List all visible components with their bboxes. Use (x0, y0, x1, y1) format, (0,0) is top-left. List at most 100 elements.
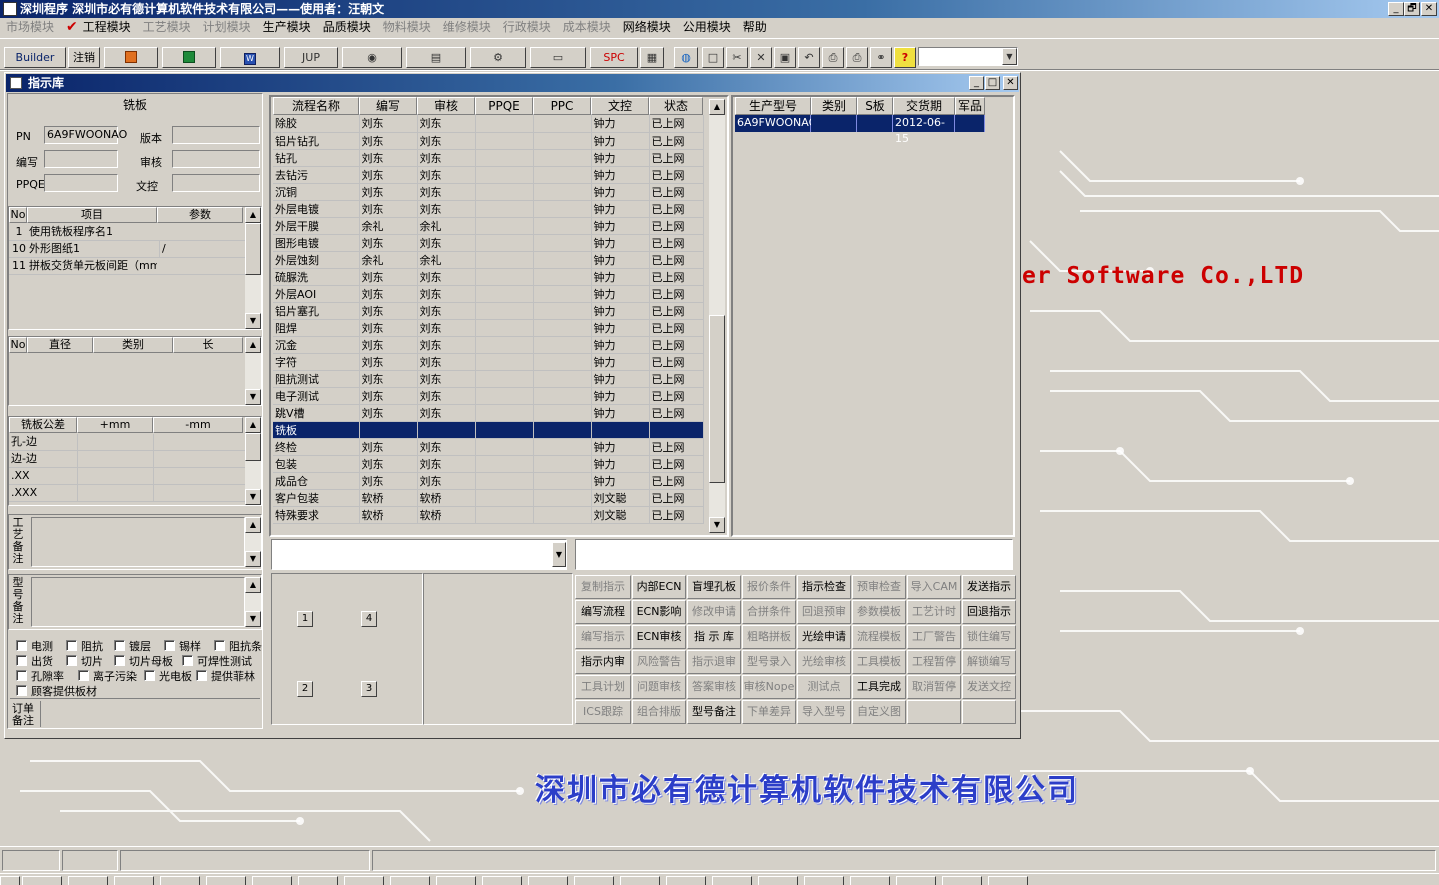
command-button-2-5[interactable]: 流程模板 (852, 625, 906, 649)
model-cell[interactable]: 2012-06-15 (893, 115, 955, 145)
taskbar-item[interactable] (344, 876, 384, 885)
checkbox-2-0[interactable]: 孔隙率 (16, 668, 64, 684)
checkbox-0-1[interactable]: 阻抗 (66, 638, 103, 654)
command-button-1-6[interactable]: 工艺计时 (907, 600, 961, 624)
panel-4-button[interactable]: 4 (361, 611, 377, 627)
process-row[interactable]: 去钻污 刘东 刘东 钟力 已上网 (273, 166, 704, 184)
process-scrollbar[interactable]: ▲ ▼ (709, 99, 725, 533)
drill-header-type[interactable]: 类别 (93, 337, 173, 353)
checkbox-box[interactable] (196, 670, 207, 681)
tol-header-name[interactable]: 铣板公差 (9, 417, 77, 433)
drill-grid[interactable]: No 直径 类别 长 ▲ ▼ (8, 336, 262, 406)
process-row[interactable]: 硫脲洗 刘东 刘东 钟力 已上网 (273, 268, 704, 286)
command-button-3-1[interactable]: 风险警告 (632, 650, 686, 674)
command-button-5-4[interactable]: 导入型号 (797, 700, 851, 724)
taskbar-item[interactable] (574, 876, 614, 885)
close-button[interactable]: ✕ (1421, 2, 1437, 16)
tol-header-plus[interactable]: +mm (77, 417, 153, 433)
tolerance-row[interactable]: 边-边 (9, 451, 245, 468)
tolerance-plus[interactable] (77, 451, 153, 468)
process-row[interactable]: 铝片塞孔 刘东 刘东 钟力 已上网 (273, 302, 704, 320)
reviewer-field[interactable] (172, 150, 260, 168)
process-row[interactable]: 外层AOI 刘东 刘东 钟力 已上网 (273, 285, 704, 303)
tolerance-minus[interactable] (153, 468, 245, 485)
command-button-0-4[interactable]: 指示检查 (797, 575, 851, 599)
scroll-up-icon[interactable]: ▲ (709, 99, 725, 115)
model-cell[interactable] (857, 115, 893, 132)
view-button[interactable]: ◉ (342, 47, 402, 68)
param-scrollbar[interactable]: ▲ ▼ (245, 207, 261, 329)
taskbar-item[interactable] (206, 876, 246, 885)
order-note-input[interactable] (40, 701, 258, 727)
process-header-0[interactable]: 流程名称 (273, 97, 359, 115)
editor-field[interactable] (44, 150, 118, 168)
command-button-1-5[interactable]: 参数模板 (852, 600, 906, 624)
process-combo[interactable] (271, 539, 567, 570)
command-button-0-2[interactable]: 盲埋孔板 (687, 575, 741, 599)
param-row[interactable]: 10 外形图纸1 / (9, 241, 245, 258)
scroll-down-icon[interactable]: ▼ (245, 389, 261, 405)
panel-1-button[interactable]: 1 (297, 611, 313, 627)
command-button-3-3[interactable]: 型号录入 (742, 650, 796, 674)
menu-5[interactable]: 品质模块 (317, 18, 377, 38)
process-row[interactable]: 字符 刘东 刘东 钟力 已上网 (273, 353, 704, 371)
child-app-icon[interactable] (10, 77, 22, 89)
taskbar-item[interactable] (160, 876, 200, 885)
process-header-5[interactable]: 文控 (591, 97, 649, 115)
process-row[interactable]: 铣板 (273, 421, 704, 439)
command-button-5-2[interactable]: 型号备注 (687, 700, 741, 724)
model-cell[interactable] (811, 115, 857, 132)
taskbar-item[interactable] (482, 876, 522, 885)
powerpoint-button[interactable] (104, 47, 158, 68)
tolerance-minus[interactable] (153, 434, 245, 451)
instruction-text-field[interactable] (575, 539, 1013, 570)
database-button[interactable]: ▤ (406, 47, 466, 68)
process-row[interactable]: 钻孔 刘东 刘东 钟力 已上网 (273, 149, 704, 167)
process-note-scrollbar[interactable]: ▲ ▼ (245, 517, 261, 567)
checkbox-box[interactable] (66, 655, 77, 666)
print-button[interactable]: ⎙ (846, 47, 868, 68)
checkbox-box[interactable] (16, 640, 27, 651)
model-note-input[interactable] (31, 577, 245, 627)
checkbox-1-1[interactable]: 切片 (66, 653, 103, 669)
scroll-up-icon[interactable]: ▲ (245, 517, 261, 533)
command-button-4-2[interactable]: 答案审核 (687, 675, 741, 699)
command-button-1-7[interactable]: 回退指示 (962, 600, 1016, 624)
checkbox-box[interactable] (114, 655, 125, 666)
undo-button[interactable]: ↶ (798, 47, 820, 68)
command-button-5-5[interactable]: 自定义图 (852, 700, 906, 724)
scroll-thumb[interactable] (245, 433, 261, 461)
model-grid[interactable] (731, 95, 1015, 537)
menu-9[interactable]: 成本模块 (557, 18, 617, 38)
model-header-4[interactable]: 军品 (955, 97, 985, 115)
tolerance-scrollbar[interactable]: ▲ ▼ (245, 417, 261, 505)
command-button-3-5[interactable]: 工具模板 (852, 650, 906, 674)
scroll-down-icon[interactable]: ▼ (245, 489, 261, 505)
command-button-5-6[interactable] (907, 700, 961, 724)
command-button-0-3[interactable]: 报价条件 (742, 575, 796, 599)
menu-8[interactable]: 行政模块 (497, 18, 557, 38)
command-button-0-7[interactable]: 发送指示 (962, 575, 1016, 599)
preview-button[interactable]: ⎙ (822, 47, 844, 68)
checkbox-2-2[interactable]: 光电板 (144, 668, 192, 684)
model-cell[interactable]: 6A9FWOONAO (735, 115, 817, 132)
find-button[interactable]: ⚭ (870, 47, 892, 68)
param-header-item[interactable]: 项目 (27, 207, 157, 223)
scroll-thumb[interactable] (709, 315, 725, 483)
scroll-down-icon[interactable]: ▼ (245, 611, 261, 627)
command-button-2-2[interactable]: 指 示 库 (687, 625, 741, 649)
scroll-up-icon[interactable]: ▲ (245, 577, 261, 593)
process-row[interactable]: 特殊要求 软桥 软桥 刘文聪 已上网 (273, 506, 704, 524)
command-button-4-3[interactable]: 审核Nope (742, 675, 796, 699)
drill-header-no[interactable]: No (9, 337, 27, 353)
scroll-up-icon[interactable]: ▲ (245, 337, 261, 353)
logout-button[interactable]: 注销 (68, 47, 100, 68)
checkbox-box[interactable] (78, 670, 89, 681)
taskbar-item[interactable] (68, 876, 108, 885)
tolerance-grid[interactable]: 铣板公差 +mm -mm ▲ ▼ 孔-边 边-边 .XX .XXX (8, 416, 262, 506)
tol-header-minus[interactable]: -mm (153, 417, 243, 433)
pn-field[interactable]: 6A9FWOONAO (44, 126, 127, 144)
command-button-3-7[interactable]: 解锁编写 (962, 650, 1016, 674)
checkbox-3-0[interactable]: 顾客提供板材 (16, 683, 97, 699)
command-button-1-1[interactable]: ECN影响 (632, 600, 686, 624)
